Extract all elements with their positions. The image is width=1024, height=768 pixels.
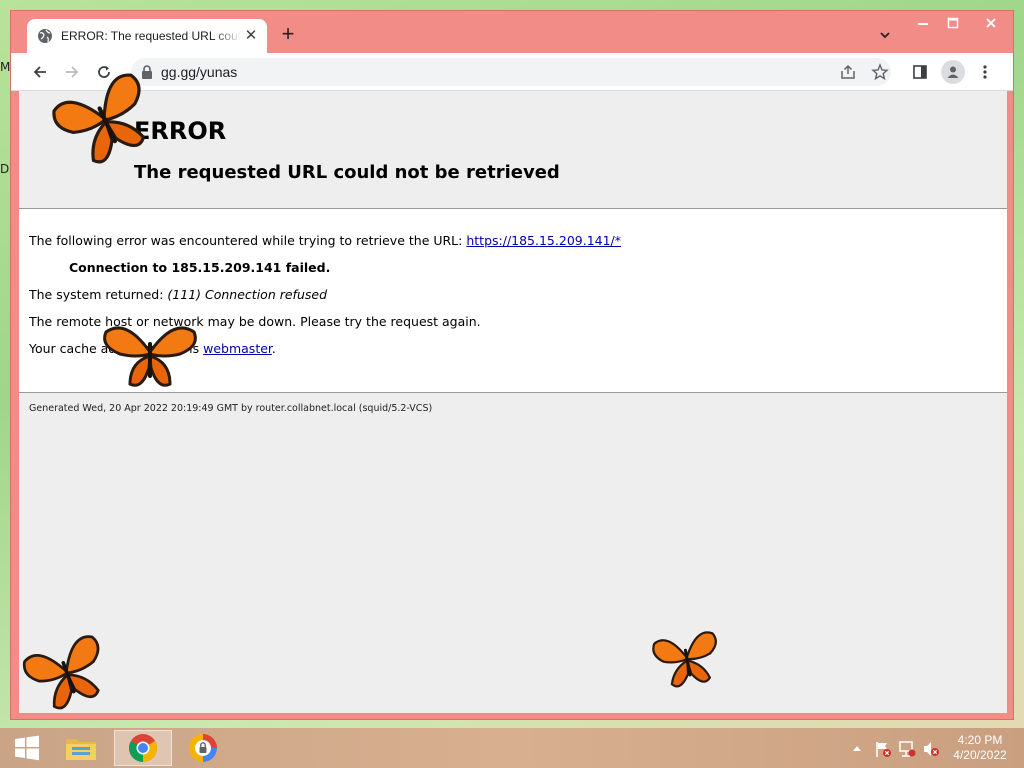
error-line-url-text: The following error was encountered whil… xyxy=(29,233,467,248)
clock-date: 4/20/2022 xyxy=(953,748,1007,762)
webmaster-link[interactable]: webmaster xyxy=(203,341,272,356)
new-tab-icon[interactable]: + xyxy=(277,23,299,46)
page-subtitle: The requested URL could not be retrieved xyxy=(134,162,560,183)
butterfly-decoration xyxy=(22,635,100,710)
tab-bar: ERROR: The requested URL could not be re… xyxy=(11,11,1013,53)
close-window-icon[interactable] xyxy=(971,11,1011,35)
desktop-icon-label: M xyxy=(0,60,11,74)
windows-start-icon[interactable] xyxy=(0,730,54,766)
taskbar: 4:20 PM 4/20/2022 xyxy=(0,728,1024,768)
menu-kebab-icon[interactable] xyxy=(974,61,996,83)
vpn-app-icon[interactable] xyxy=(176,730,230,766)
share-icon[interactable] xyxy=(839,63,857,81)
butterfly-decoration xyxy=(103,326,197,387)
address-bar[interactable]: gg.gg/yunas xyxy=(131,58,891,86)
system-returned-line: The system returned: (111) Connection re… xyxy=(29,287,327,302)
system-returned-value: (111) Connection refused xyxy=(167,287,327,302)
browser-toolbar: gg.gg/yunas xyxy=(11,53,1013,91)
connection-failed-text: Connection to 185.15.209.141 failed. xyxy=(69,260,331,275)
cache-admin-suffix: . xyxy=(271,341,276,356)
show-hidden-icons-chevron-icon[interactable] xyxy=(852,744,862,752)
maximize-icon[interactable] xyxy=(937,11,969,35)
tab-search-chevron-icon[interactable] xyxy=(877,27,893,43)
system-clock[interactable]: 4:20 PM 4/20/2022 xyxy=(940,733,1020,763)
clock-time: 4:20 PM xyxy=(957,733,1003,747)
desktop-icon-label: D xyxy=(0,162,10,176)
action-center-flag-icon[interactable] xyxy=(874,740,892,758)
tab-close-icon[interactable]: ✕ xyxy=(243,28,259,44)
volume-muted-icon[interactable] xyxy=(922,740,940,758)
network-icon[interactable] xyxy=(898,740,916,758)
browser-tab[interactable]: ERROR: The requested URL could not be re… xyxy=(27,19,267,53)
error-url-link[interactable]: https://185.15.209.141/* xyxy=(466,233,621,248)
error-header: ERROR The requested URL could not be ret… xyxy=(19,91,1007,209)
address-url[interactable]: gg.gg/yunas xyxy=(161,64,237,80)
generated-footer: Generated Wed, 20 Apr 2022 20:19:49 GMT … xyxy=(29,403,433,414)
globe-icon xyxy=(38,29,52,43)
bookmark-star-icon[interactable] xyxy=(871,63,889,81)
error-line-url: The following error was encountered whil… xyxy=(29,233,621,248)
file-explorer-icon[interactable] xyxy=(54,730,108,766)
profile-avatar-icon[interactable] xyxy=(941,60,965,84)
page-content: ERROR The requested URL could not be ret… xyxy=(19,91,1007,713)
chrome-taskbar-icon[interactable] xyxy=(114,730,172,766)
tab-title: ERROR: The requested URL could not be re… xyxy=(61,29,241,43)
system-returned-label: The system returned: xyxy=(29,287,168,302)
butterfly-decoration xyxy=(52,73,146,164)
side-panel-icon[interactable] xyxy=(909,61,931,83)
butterfly-decoration xyxy=(652,631,717,688)
back-icon[interactable] xyxy=(29,61,51,83)
minimize-icon[interactable] xyxy=(907,11,939,35)
